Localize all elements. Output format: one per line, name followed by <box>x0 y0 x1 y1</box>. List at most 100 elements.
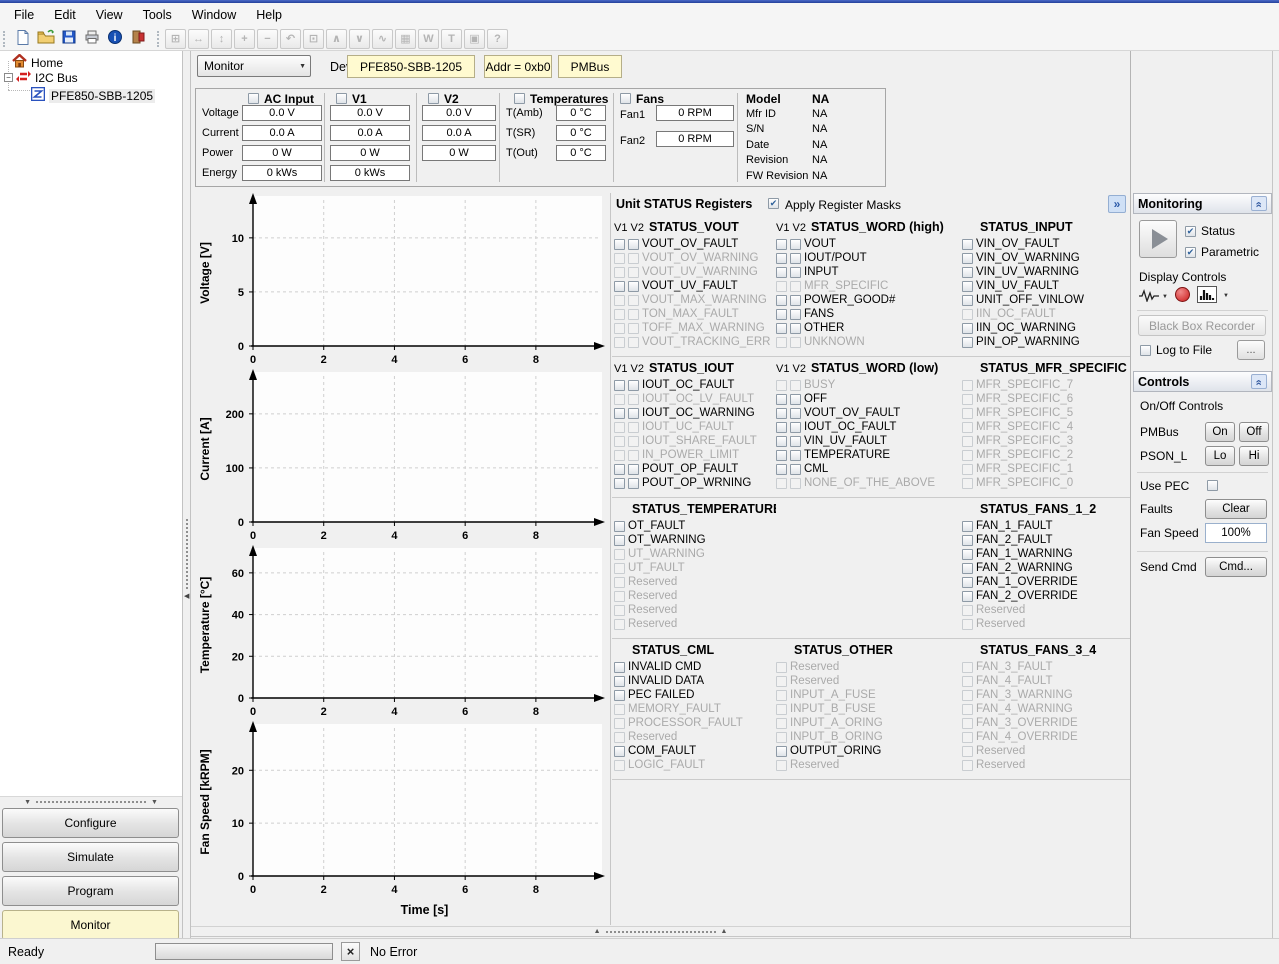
parametric-checkbox[interactable] <box>1185 247 1196 258</box>
status-bit-checkbox[interactable] <box>776 450 787 461</box>
status-bit-checkbox[interactable] <box>962 239 973 250</box>
save-button[interactable] <box>57 28 80 49</box>
status-bit-checkbox[interactable] <box>962 521 973 532</box>
status-bit-checkbox[interactable] <box>776 408 787 419</box>
status-bit-checkbox[interactable] <box>776 309 787 320</box>
status-bit-checkbox[interactable] <box>962 267 973 278</box>
status-bit-checkbox[interactable] <box>776 253 787 264</box>
status-bit-checkbox[interactable] <box>776 239 787 250</box>
bus-protocol-button[interactable]: PMBus <box>558 55 622 78</box>
status-bit-checkbox[interactable] <box>962 577 973 588</box>
status-bit-checkbox[interactable] <box>614 662 625 673</box>
status-bit-checkbox[interactable] <box>962 549 973 560</box>
status-bit-checkbox[interactable] <box>790 323 801 334</box>
status-bit-checkbox[interactable] <box>776 422 787 433</box>
status-bit-checkbox[interactable] <box>628 408 639 419</box>
status-bit-checkbox[interactable] <box>628 380 639 391</box>
record-button[interactable] <box>1175 287 1190 302</box>
send-cmd-button[interactable]: Cmd... <box>1205 557 1267 577</box>
menu-edit[interactable]: Edit <box>44 4 86 26</box>
expand-panel-button[interactable]: » <box>1108 195 1126 213</box>
print-button[interactable] <box>80 28 103 49</box>
menu-window[interactable]: Window <box>182 4 246 26</box>
status-bit-checkbox[interactable] <box>962 563 973 574</box>
nav-button-simulate[interactable]: Simulate <box>2 842 179 872</box>
status-bit-checkbox[interactable] <box>962 323 973 334</box>
use-pec-checkbox[interactable] <box>1207 480 1218 491</box>
nav-button-configure[interactable]: Configure <box>2 808 179 838</box>
measure-col-checkbox-fans[interactable] <box>620 93 631 104</box>
status-bit-checkbox[interactable] <box>962 337 973 348</box>
status-bit-checkbox[interactable] <box>790 422 801 433</box>
status-bit-checkbox[interactable] <box>614 676 625 687</box>
pson-lo-button[interactable]: Lo <box>1205 446 1235 466</box>
start-monitoring-button[interactable] <box>1139 220 1177 258</box>
fan-speed-input[interactable]: 100% <box>1205 523 1267 543</box>
status-bit-checkbox[interactable] <box>790 239 801 250</box>
status-checkbox[interactable] <box>1185 226 1196 237</box>
collapse-panel-button[interactable]: « <box>1251 374 1267 389</box>
status-bit-checkbox[interactable] <box>962 281 973 292</box>
about-button[interactable]: i <box>103 28 126 49</box>
tree-item-pfe850-sbb-1205[interactable]: PFE850-SBB-1205 <box>31 87 155 104</box>
clear-error-button[interactable]: × <box>341 942 360 961</box>
open-file-button[interactable] <box>34 28 57 49</box>
status-bit-checkbox[interactable] <box>614 464 625 475</box>
waveform-display-button[interactable] <box>1138 289 1160 302</box>
status-bit-checkbox[interactable] <box>614 408 625 419</box>
status-bit-checkbox[interactable] <box>790 253 801 264</box>
status-bit-checkbox[interactable] <box>628 464 639 475</box>
apply-register-masks-checkbox[interactable] <box>768 198 779 209</box>
status-bit-checkbox[interactable] <box>962 591 973 602</box>
nav-button-monitor[interactable]: Monitor <box>2 910 179 940</box>
status-bit-checkbox[interactable] <box>962 253 973 264</box>
status-bit-checkbox[interactable] <box>776 394 787 405</box>
tree-expander-minus[interactable]: − <box>4 73 13 82</box>
status-bit-checkbox[interactable] <box>962 535 973 546</box>
status-bit-checkbox[interactable] <box>628 239 639 250</box>
status-bit-checkbox[interactable] <box>614 281 625 292</box>
mode-select-dropdown[interactable]: Monitor ▼ <box>197 55 311 77</box>
tree-item-home[interactable]: Home <box>12 54 63 71</box>
status-bit-checkbox[interactable] <box>776 267 787 278</box>
status-bit-checkbox[interactable] <box>614 690 625 701</box>
menu-help[interactable]: Help <box>246 4 292 26</box>
status-bit-checkbox[interactable] <box>614 239 625 250</box>
pmbus-on-button[interactable]: On <box>1205 422 1235 442</box>
measure-col-checkbox-ac-input[interactable] <box>248 93 259 104</box>
tree-item-i2c-bus[interactable]: I2C Bus <box>16 70 78 86</box>
measure-col-checkbox-v1[interactable] <box>336 93 347 104</box>
menu-tools[interactable]: Tools <box>133 4 182 26</box>
status-bit-checkbox[interactable] <box>790 309 801 320</box>
measure-col-checkbox-temperatures[interactable] <box>514 93 525 104</box>
new-file-button[interactable] <box>11 28 34 49</box>
toolbar-grip[interactable] <box>157 31 161 47</box>
status-bit-checkbox[interactable] <box>962 295 973 306</box>
status-bit-checkbox[interactable] <box>776 464 787 475</box>
chevron-down-icon[interactable]: ▼ <box>1162 294 1168 300</box>
toolbar-grip[interactable] <box>3 31 7 47</box>
status-bit-checkbox[interactable] <box>628 478 639 489</box>
status-bit-checkbox[interactable] <box>776 436 787 447</box>
status-bit-checkbox[interactable] <box>776 323 787 334</box>
chevron-down-icon[interactable]: ▼ <box>1223 293 1229 299</box>
clear-faults-button[interactable]: Clear <box>1205 499 1267 519</box>
status-bit-checkbox[interactable] <box>790 394 801 405</box>
status-bit-checkbox[interactable] <box>628 281 639 292</box>
pmbus-off-button[interactable]: Off <box>1239 422 1269 442</box>
status-bit-checkbox[interactable] <box>790 436 801 447</box>
collapse-panel-button[interactable]: « <box>1251 196 1267 211</box>
log-to-file-checkbox[interactable] <box>1140 345 1151 356</box>
nav-button-program[interactable]: Program <box>2 876 179 906</box>
tree-content-splitter[interactable]: ◀ <box>182 51 191 938</box>
histogram-display-button[interactable] <box>1197 286 1217 303</box>
status-bit-checkbox[interactable] <box>614 746 625 757</box>
status-bit-checkbox[interactable] <box>790 450 801 461</box>
status-bit-checkbox[interactable] <box>790 464 801 475</box>
content-bottom-splitter[interactable]: ▲ ▲ <box>191 926 1130 937</box>
browse-file-button[interactable]: ... <box>1237 340 1265 360</box>
left-panel-splitter[interactable]: ▼ ▼ <box>0 796 182 807</box>
status-bit-checkbox[interactable] <box>776 746 787 757</box>
status-bit-checkbox[interactable] <box>790 295 801 306</box>
status-bit-checkbox[interactable] <box>790 408 801 419</box>
